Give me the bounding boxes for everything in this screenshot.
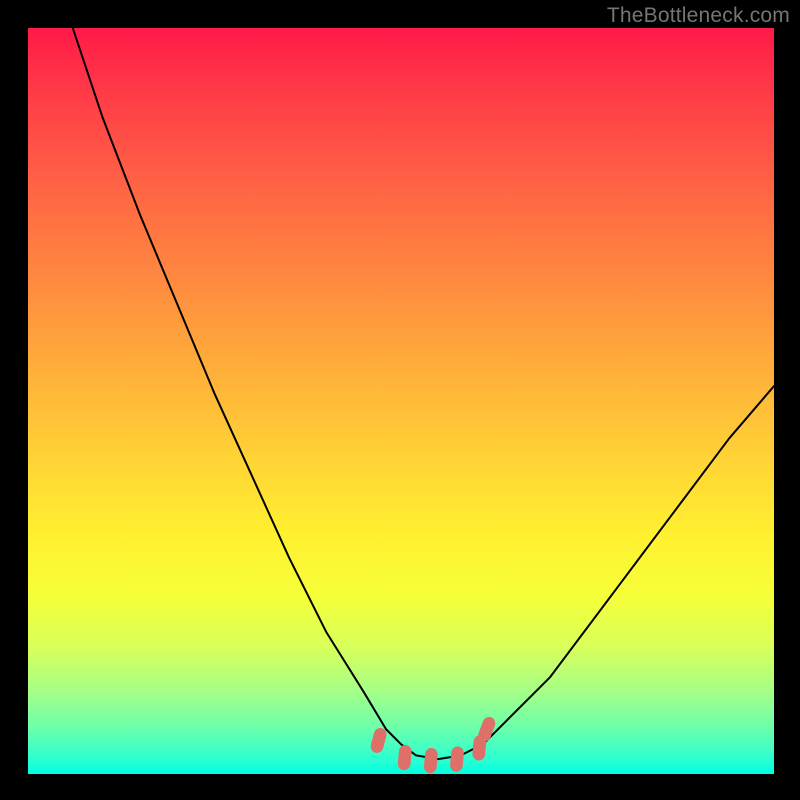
chart-frame: TheBottleneck.com bbox=[0, 0, 800, 800]
plot-area bbox=[28, 28, 774, 774]
trough-marker bbox=[397, 744, 412, 770]
trough-marker bbox=[369, 727, 388, 755]
trough-marker bbox=[450, 746, 465, 772]
trough-markers-group bbox=[369, 715, 497, 774]
chart-svg bbox=[28, 28, 774, 774]
trough-marker bbox=[423, 747, 438, 773]
watermark-text: TheBottleneck.com bbox=[607, 4, 790, 28]
bottleneck-curve bbox=[73, 28, 774, 759]
